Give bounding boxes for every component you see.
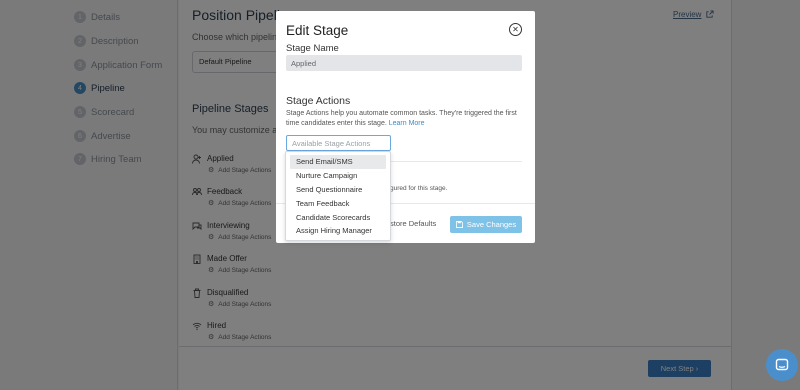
dropdown-option-assign-hiring-manager[interactable]: Assign Hiring Manager <box>290 224 386 238</box>
close-icon[interactable]: ✕ <box>509 23 522 36</box>
stage-actions-description: Stage Actions help you automate common t… <box>286 109 526 129</box>
chat-launcher-button[interactable] <box>766 349 798 381</box>
restore-defaults-link[interactable]: store Defaults <box>390 219 436 228</box>
modal-title: Edit Stage <box>286 23 349 38</box>
stage-name-field[interactable] <box>286 55 522 71</box>
dropdown-option-send-questionnaire[interactable]: Send Questionnaire <box>290 183 386 197</box>
stage-name-label: Stage Name <box>286 43 339 54</box>
stage-actions-label: Stage Actions <box>286 95 351 107</box>
dropdown-option-team-feedback[interactable]: Team Feedback <box>290 196 386 210</box>
save-changes-button[interactable]: Save Changes <box>450 216 522 233</box>
learn-more-link[interactable]: Learn More <box>389 120 425 127</box>
configured-text: gured for this stage. <box>390 185 448 192</box>
chat-icon <box>775 358 789 371</box>
stage-actions-dropdown: Send Email/SMS Nurture Campaign Send Que… <box>285 151 391 241</box>
dropdown-option-nurture-campaign[interactable]: Nurture Campaign <box>290 169 386 183</box>
save-icon <box>455 221 463 228</box>
dropdown-option-candidate-scorecards[interactable]: Candidate Scorecards <box>290 210 386 224</box>
dropdown-option-send-email-sms[interactable]: Send Email/SMS <box>290 155 386 169</box>
save-changes-label: Save Changes <box>466 220 517 229</box>
stage-actions-input[interactable] <box>286 135 391 151</box>
